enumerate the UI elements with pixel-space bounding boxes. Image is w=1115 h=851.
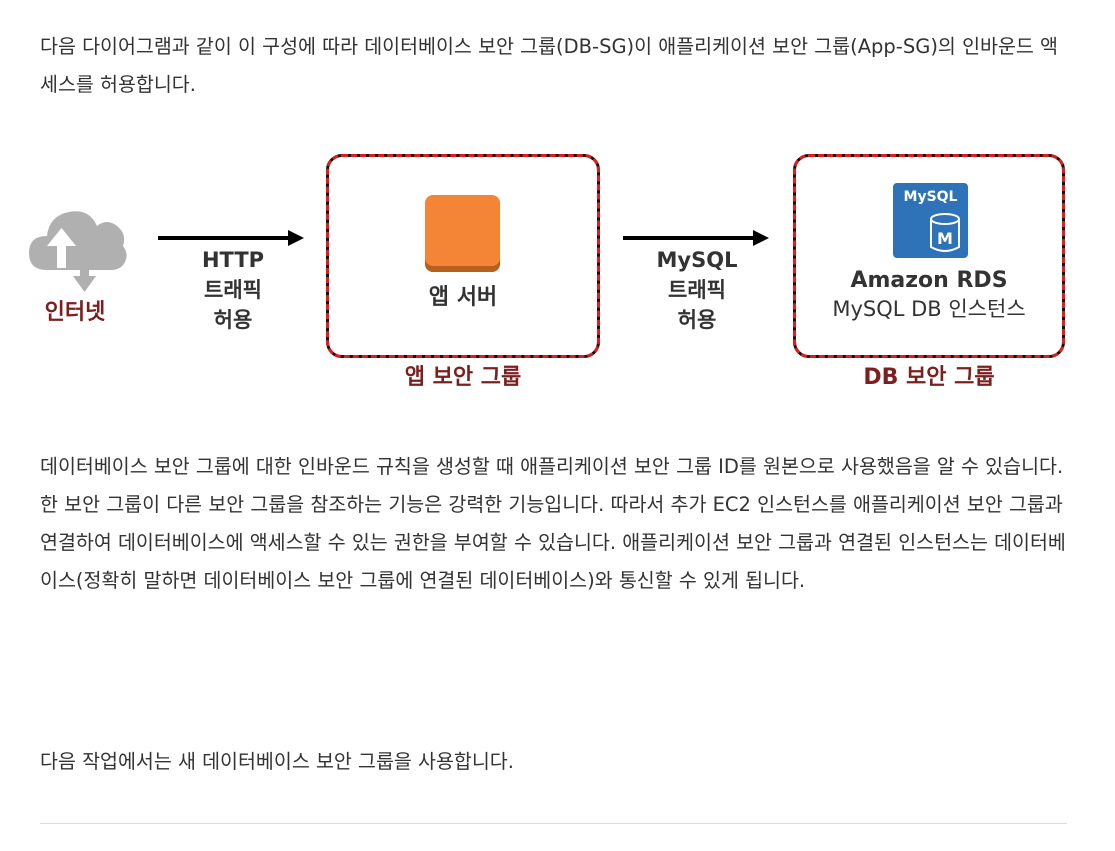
divider: [40, 823, 1067, 824]
db-security-group-label: DB 보안 그룹: [863, 365, 995, 390]
intro-paragraph: 다음 다이어그램과 같이 이 구성에 따라 데이터베이스 보안 그룹(DB-SG…: [40, 35, 1058, 96]
http-arrow-head-icon: [288, 230, 304, 246]
rds-subtitle: MySQL DB 인스턴스: [832, 297, 1026, 321]
internet-cloud-icon: [29, 211, 127, 292]
mysql-arrow-head-icon: [753, 230, 769, 246]
body-paragraph: 데이터베이스 보안 그룹에 대한 인바운드 규칙을 생성할 때 애플리케이션 보…: [40, 455, 1066, 592]
closing-paragraph: 다음 작업에서는 새 데이터베이스 보안 그룹을 사용합니다.: [40, 750, 514, 773]
rds-title: Amazon RDS: [850, 268, 1008, 293]
mysql-traffic-label: MySQL 트래픽 허용: [656, 248, 738, 332]
mysql-rds-icon: MySQL M: [893, 183, 968, 258]
mysql-arrow-line: [623, 236, 755, 240]
http-arrow-line: [158, 236, 290, 240]
app-server-label: 앱 서버: [428, 285, 498, 310]
http-traffic-label: HTTP 트래픽 허용: [201, 248, 265, 332]
internet-label: 인터넷: [44, 300, 106, 325]
app-server-icon: [425, 195, 500, 272]
app-security-group-label: 앱 보안 그룹: [404, 365, 522, 390]
